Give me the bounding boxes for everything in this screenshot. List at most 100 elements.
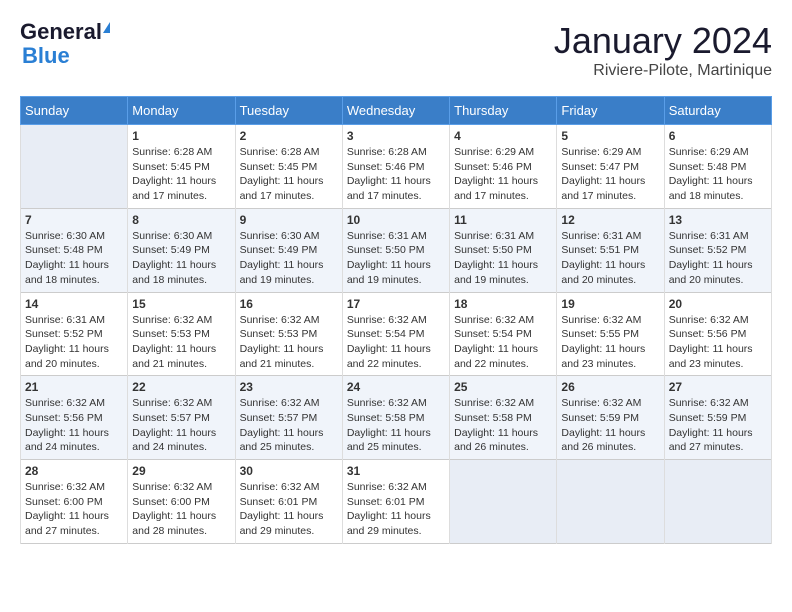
day-info: Sunrise: 6:32 AM Sunset: 5:56 PM Dayligh… — [669, 313, 767, 372]
calendar-cell: 12 Sunrise: 6:31 AM Sunset: 5:51 PM Dayli… — [557, 208, 664, 292]
calendar-cell: 13 Sunrise: 6:31 AM Sunset: 5:52 PM Dayli… — [664, 208, 771, 292]
day-number: 11 — [454, 213, 552, 227]
calendar-cell: 5 Sunrise: 6:29 AM Sunset: 5:47 PM Daylig… — [557, 125, 664, 209]
day-number: 18 — [454, 297, 552, 311]
day-info: Sunrise: 6:32 AM Sunset: 5:56 PM Dayligh… — [25, 396, 123, 455]
logo: General Blue — [20, 20, 110, 68]
day-number: 28 — [25, 464, 123, 478]
logo-blue-text: Blue — [22, 43, 70, 68]
page-header: General Blue January 2024 Riviere-Pilote… — [20, 20, 772, 80]
day-info: Sunrise: 6:31 AM Sunset: 5:51 PM Dayligh… — [561, 229, 659, 288]
calendar-cell: 15 Sunrise: 6:32 AM Sunset: 5:53 PM Dayli… — [128, 292, 235, 376]
day-number: 8 — [132, 213, 230, 227]
day-number: 10 — [347, 213, 445, 227]
day-number: 30 — [240, 464, 338, 478]
calendar-cell: 20 Sunrise: 6:32 AM Sunset: 5:56 PM Dayli… — [664, 292, 771, 376]
day-info: Sunrise: 6:32 AM Sunset: 5:53 PM Dayligh… — [240, 313, 338, 372]
day-info: Sunrise: 6:32 AM Sunset: 5:55 PM Dayligh… — [561, 313, 659, 372]
calendar-week-row: 21 Sunrise: 6:32 AM Sunset: 5:56 PM Dayli… — [21, 376, 772, 460]
day-number: 9 — [240, 213, 338, 227]
day-info: Sunrise: 6:28 AM Sunset: 5:46 PM Dayligh… — [347, 145, 445, 204]
day-info: Sunrise: 6:31 AM Sunset: 5:52 PM Dayligh… — [669, 229, 767, 288]
day-info: Sunrise: 6:32 AM Sunset: 5:57 PM Dayligh… — [132, 396, 230, 455]
header-wednesday: Wednesday — [342, 97, 449, 125]
calendar-cell: 27 Sunrise: 6:32 AM Sunset: 5:59 PM Dayli… — [664, 376, 771, 460]
day-number: 21 — [25, 380, 123, 394]
day-info: Sunrise: 6:32 AM Sunset: 6:01 PM Dayligh… — [347, 480, 445, 539]
day-number: 26 — [561, 380, 659, 394]
day-number: 24 — [347, 380, 445, 394]
day-number: 23 — [240, 380, 338, 394]
calendar-header-row: SundayMondayTuesdayWednesdayThursdayFrid… — [21, 97, 772, 125]
calendar-cell: 10 Sunrise: 6:31 AM Sunset: 5:50 PM Dayli… — [342, 208, 449, 292]
header-tuesday: Tuesday — [235, 97, 342, 125]
header-friday: Friday — [557, 97, 664, 125]
calendar-cell: 16 Sunrise: 6:32 AM Sunset: 5:53 PM Dayli… — [235, 292, 342, 376]
day-number: 17 — [347, 297, 445, 311]
day-number: 12 — [561, 213, 659, 227]
day-info: Sunrise: 6:29 AM Sunset: 5:47 PM Dayligh… — [561, 145, 659, 204]
day-number: 7 — [25, 213, 123, 227]
calendar-cell: 6 Sunrise: 6:29 AM Sunset: 5:48 PM Daylig… — [664, 125, 771, 209]
day-number: 27 — [669, 380, 767, 394]
day-info: Sunrise: 6:32 AM Sunset: 5:58 PM Dayligh… — [454, 396, 552, 455]
day-info: Sunrise: 6:32 AM Sunset: 6:00 PM Dayligh… — [132, 480, 230, 539]
calendar-cell: 30 Sunrise: 6:32 AM Sunset: 6:01 PM Dayli… — [235, 460, 342, 544]
day-info: Sunrise: 6:28 AM Sunset: 5:45 PM Dayligh… — [132, 145, 230, 204]
day-info: Sunrise: 6:32 AM Sunset: 5:59 PM Dayligh… — [669, 396, 767, 455]
calendar-cell: 28 Sunrise: 6:32 AM Sunset: 6:00 PM Dayli… — [21, 460, 128, 544]
calendar-week-row: 7Sunrise: 6:30 AM Sunset: 5:48 PM Daylig… — [21, 208, 772, 292]
day-number: 13 — [669, 213, 767, 227]
day-number: 19 — [561, 297, 659, 311]
calendar-cell: 29 Sunrise: 6:32 AM Sunset: 6:00 PM Dayli… — [128, 460, 235, 544]
calendar-cell: 4Sunrise: 6:29 AM Sunset: 5:46 PM Daylig… — [450, 125, 557, 209]
calendar-cell: 2Sunrise: 6:28 AM Sunset: 5:45 PM Daylig… — [235, 125, 342, 209]
day-number: 1 — [132, 129, 230, 143]
day-info: Sunrise: 6:29 AM Sunset: 5:48 PM Dayligh… — [669, 145, 767, 204]
day-number: 29 — [132, 464, 230, 478]
calendar-table: SundayMondayTuesdayWednesdayThursdayFrid… — [20, 96, 772, 544]
calendar-cell: 25 Sunrise: 6:32 AM Sunset: 5:58 PM Dayli… — [450, 376, 557, 460]
day-info: Sunrise: 6:29 AM Sunset: 5:46 PM Dayligh… — [454, 145, 552, 204]
day-info: Sunrise: 6:32 AM Sunset: 6:00 PM Dayligh… — [25, 480, 123, 539]
header-saturday: Saturday — [664, 97, 771, 125]
day-number: 6 — [669, 129, 767, 143]
day-info: Sunrise: 6:31 AM Sunset: 5:50 PM Dayligh… — [347, 229, 445, 288]
day-number: 3 — [347, 129, 445, 143]
logo-text: General — [20, 20, 110, 44]
day-number: 15 — [132, 297, 230, 311]
day-number: 31 — [347, 464, 445, 478]
title-area: January 2024 Riviere-Pilote, Martinique — [554, 20, 772, 80]
day-info: Sunrise: 6:30 AM Sunset: 5:49 PM Dayligh… — [240, 229, 338, 288]
calendar-cell: 24 Sunrise: 6:32 AM Sunset: 5:58 PM Dayli… — [342, 376, 449, 460]
day-info: Sunrise: 6:31 AM Sunset: 5:52 PM Dayligh… — [25, 313, 123, 372]
day-info: Sunrise: 6:32 AM Sunset: 6:01 PM Dayligh… — [240, 480, 338, 539]
day-number: 20 — [669, 297, 767, 311]
calendar-cell — [557, 460, 664, 544]
calendar-cell: 22Sunrise: 6:32 AM Sunset: 5:57 PM Dayli… — [128, 376, 235, 460]
day-number: 5 — [561, 129, 659, 143]
day-number: 25 — [454, 380, 552, 394]
calendar-cell: 14Sunrise: 6:31 AM Sunset: 5:52 PM Dayli… — [21, 292, 128, 376]
day-info: Sunrise: 6:32 AM Sunset: 5:58 PM Dayligh… — [347, 396, 445, 455]
day-info: Sunrise: 6:31 AM Sunset: 5:50 PM Dayligh… — [454, 229, 552, 288]
calendar-week-row: 14Sunrise: 6:31 AM Sunset: 5:52 PM Dayli… — [21, 292, 772, 376]
calendar-week-row: 28 Sunrise: 6:32 AM Sunset: 6:00 PM Dayli… — [21, 460, 772, 544]
day-info: Sunrise: 6:32 AM Sunset: 5:54 PM Dayligh… — [347, 313, 445, 372]
calendar-cell: 21 Sunrise: 6:32 AM Sunset: 5:56 PM Dayli… — [21, 376, 128, 460]
calendar-cell: 9 Sunrise: 6:30 AM Sunset: 5:49 PM Daylig… — [235, 208, 342, 292]
calendar-cell: 18 Sunrise: 6:32 AM Sunset: 5:54 PM Dayli… — [450, 292, 557, 376]
day-info: Sunrise: 6:32 AM Sunset: 5:59 PM Dayligh… — [561, 396, 659, 455]
calendar-cell — [450, 460, 557, 544]
calendar-cell: 8 Sunrise: 6:30 AM Sunset: 5:49 PM Daylig… — [128, 208, 235, 292]
month-title: January 2024 — [554, 20, 772, 62]
day-info: Sunrise: 6:32 AM Sunset: 5:57 PM Dayligh… — [240, 396, 338, 455]
calendar-cell: 31 Sunrise: 6:32 AM Sunset: 6:01 PM Dayli… — [342, 460, 449, 544]
day-info: Sunrise: 6:30 AM Sunset: 5:49 PM Dayligh… — [132, 229, 230, 288]
header-thursday: Thursday — [450, 97, 557, 125]
day-number: 16 — [240, 297, 338, 311]
location-subtitle: Riviere-Pilote, Martinique — [554, 62, 772, 80]
day-info: Sunrise: 6:32 AM Sunset: 5:53 PM Dayligh… — [132, 313, 230, 372]
day-info: Sunrise: 6:32 AM Sunset: 5:54 PM Dayligh… — [454, 313, 552, 372]
calendar-week-row: 1 Sunrise: 6:28 AM Sunset: 5:45 PM Daylig… — [21, 125, 772, 209]
